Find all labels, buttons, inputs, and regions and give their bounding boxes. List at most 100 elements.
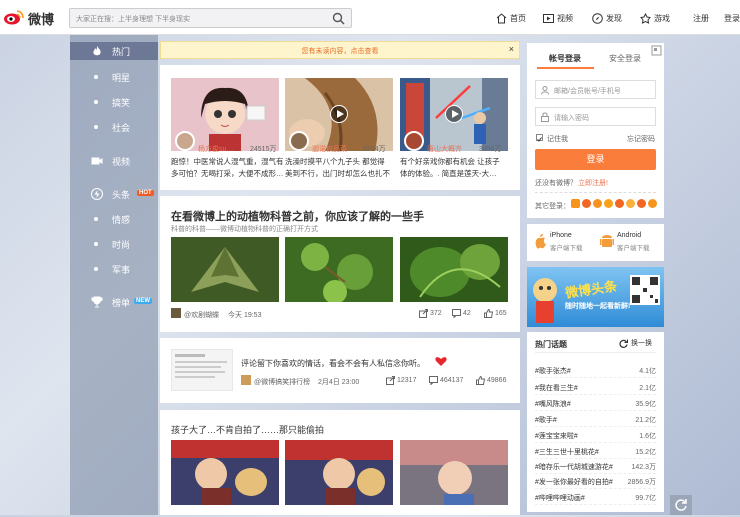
child-photo-image[interactable] xyxy=(400,440,508,505)
screenshot-thumb-image[interactable] xyxy=(171,349,233,391)
nav-home[interactable]: 首页 xyxy=(496,10,526,26)
back-to-top-button[interactable] xyxy=(670,495,692,515)
video-author[interactable]: 唐山大概齐 xyxy=(427,144,462,154)
left-nav: 热门 明星 搞笑 社会 视频 头条 HOT 情感 时尚 军事 榜单 NEW xyxy=(70,35,158,515)
ad-subtitle: 随时随地一起看新鲜! xyxy=(565,303,631,310)
163-icon[interactable] xyxy=(637,199,646,208)
iphone-label[interactable]: iPhone xyxy=(550,232,572,239)
alipay-icon[interactable] xyxy=(582,199,591,208)
topic-count: 2.1亿 xyxy=(639,385,656,392)
post-title[interactable]: 在看微博上的动植物科普之前，你应该了解的一些手 xyxy=(171,208,424,224)
leftnav-item-fashion[interactable]: 时尚 xyxy=(70,235,158,253)
headline-ad[interactable]: 微博头条 随时随地一起看新鲜! xyxy=(527,267,664,327)
android-label[interactable]: Android xyxy=(617,232,641,239)
avatar[interactable] xyxy=(171,308,181,318)
tab-secure-login[interactable]: 安全登录 xyxy=(609,53,641,64)
username-input[interactable]: 邮箱/会员帐号/手机号 xyxy=(535,80,656,99)
bullet-icon xyxy=(94,75,98,79)
hot-topic-row[interactable]: #哔哩哔哩动画# 99.7亿 xyxy=(535,490,656,505)
forgot-password-link[interactable]: 忘记密码 xyxy=(627,134,655,144)
unread-notice[interactable]: 您有未读内容，点击查看 × xyxy=(160,41,520,59)
qq-icon[interactable] xyxy=(571,199,580,208)
remember-label: 记住我 xyxy=(547,136,568,143)
child-photo-image[interactable] xyxy=(285,440,393,505)
leftnav-item-military[interactable]: 军事 xyxy=(70,260,158,278)
nav-game[interactable]: 游戏 xyxy=(640,10,670,26)
play-icon[interactable] xyxy=(445,105,463,123)
trophy-icon xyxy=(91,296,103,308)
baidu-icon[interactable] xyxy=(604,199,613,208)
search-input[interactable]: 大家正在搜：上半身理想 下半身现实 xyxy=(69,8,352,28)
repost-button[interactable]: 12317 xyxy=(386,376,416,385)
nav-discover[interactable]: 发现 xyxy=(592,10,622,26)
app-download-panel: iPhone 客户端下载 Android 客户端下载 xyxy=(527,224,664,261)
android-icon[interactable] xyxy=(600,232,614,250)
comment-button[interactable]: 42 xyxy=(452,309,471,318)
comment-button[interactable]: 464137 xyxy=(429,376,463,385)
hot-topic-row[interactable]: #莲宝宝来啦# 1.6亿 xyxy=(535,428,656,443)
notice-text[interactable]: 您有未读内容，点击查看 xyxy=(161,46,519,56)
post-text[interactable]: 评论留下你喜欢的情话，看会不会有人私信念你听。 xyxy=(241,358,425,369)
child-photo-image[interactable] xyxy=(171,440,279,505)
leftnav-item-emotion[interactable]: 情感 xyxy=(70,210,158,228)
login-button[interactable]: 登录 xyxy=(535,149,656,170)
renren-icon[interactable] xyxy=(626,199,635,208)
leftnav-item-ranking[interactable]: 榜单 NEW xyxy=(70,293,158,311)
nav-register[interactable]: 注册 xyxy=(693,10,709,26)
leftnav-item-society[interactable]: 社会 xyxy=(70,118,158,136)
like-button[interactable]: 165 xyxy=(484,309,507,318)
apple-icon[interactable] xyxy=(535,232,547,250)
green-plant-image[interactable] xyxy=(400,237,508,302)
hot-topic-row[interactable]: #歌手# 21.2亿 xyxy=(535,412,656,427)
password-input[interactable]: 请输入密码 xyxy=(535,107,656,126)
taobao-icon[interactable] xyxy=(593,199,602,208)
avatar[interactable] xyxy=(289,131,309,151)
hot-topic-row[interactable]: #暗存乐一代胡城速游花# 142.3万 xyxy=(535,459,656,474)
nav-register-label: 注册 xyxy=(693,13,709,23)
hot-topic-row[interactable]: #嘴风陈浪# 35.9亿 xyxy=(535,396,656,411)
refresh-button[interactable]: 换一换 xyxy=(619,338,652,348)
hot-topic-row[interactable]: #三生三世十里桃花# 15.2亿 xyxy=(535,444,656,459)
nav-video[interactable]: 视频 xyxy=(543,10,573,26)
qrcode-corner-icon[interactable] xyxy=(651,45,662,56)
comment-icon xyxy=(429,376,438,385)
close-icon[interactable]: × xyxy=(509,44,514,54)
video-author[interactable]: 迦诺权品菜 xyxy=(312,144,347,154)
leftnav-item-funny[interactable]: 搞笑 xyxy=(70,93,158,111)
leftnav-item-star[interactable]: 明星 xyxy=(70,68,158,86)
video-author[interactable]: 杨方俊su… xyxy=(198,144,233,154)
remember-checkbox[interactable] xyxy=(536,134,543,142)
leftnav-item-hot[interactable]: 热门 xyxy=(70,42,158,60)
video-description[interactable]: 跑惊！中医常说人湿气重，湿气有 多可怕？无喝打采，大便不成形… xyxy=(171,156,284,180)
nav-video-label: 视频 xyxy=(557,13,573,23)
nav-login[interactable]: 登录 xyxy=(724,10,740,26)
repost-button[interactable]: 372 xyxy=(419,309,442,318)
douban-icon[interactable] xyxy=(615,199,624,208)
video-description[interactable]: 洗澡时摸平八个九子头 都觉得 美到不行，出门时却怎么也扎不 xyxy=(285,156,393,180)
avatar[interactable] xyxy=(404,131,424,151)
hot-topic-row[interactable]: #发一张你最好看的自拍# 2856.9万 xyxy=(535,474,656,489)
hot-topic-row[interactable]: #歌手张杰# 4.1亿 xyxy=(535,363,656,378)
avatar[interactable] xyxy=(241,375,251,385)
post-author[interactable]: @微博搞笑排行榜 xyxy=(254,377,310,387)
video-description[interactable]: 有个好亲戏你都有机会 让孩子 体的体验。. 简直是莲天-大… xyxy=(400,156,508,180)
post-title[interactable]: 孩子大了…不肯自拍了……那只能偷拍 xyxy=(171,423,324,436)
leaf-plant-image[interactable] xyxy=(285,237,393,302)
avatar[interactable] xyxy=(175,131,195,151)
topic-name: #哔哩哔哩动画# xyxy=(535,495,585,502)
play-icon[interactable] xyxy=(330,105,348,123)
360-icon[interactable] xyxy=(648,199,657,208)
register-link[interactable]: 立即注册! xyxy=(578,178,608,188)
post-author[interactable]: @欢剧蝴蝶 xyxy=(184,310,219,320)
leftnav-label: 明星 xyxy=(112,72,131,83)
leftnav-item-headline[interactable]: 头条 HOT xyxy=(70,185,158,203)
weibo-logo[interactable]: 微博 xyxy=(3,6,65,28)
leftnav-item-video[interactable]: 视频 xyxy=(70,152,158,170)
hot-topic-row[interactable]: #我在看三生# 2.1亿 xyxy=(535,380,656,395)
repost-count: 372 xyxy=(430,310,442,317)
check-icon xyxy=(537,137,542,142)
like-button[interactable]: 49866 xyxy=(476,376,506,385)
moth-image[interactable] xyxy=(171,237,279,302)
tab-account-login[interactable]: 帐号登录 xyxy=(549,53,581,64)
search-icon[interactable] xyxy=(332,12,345,25)
